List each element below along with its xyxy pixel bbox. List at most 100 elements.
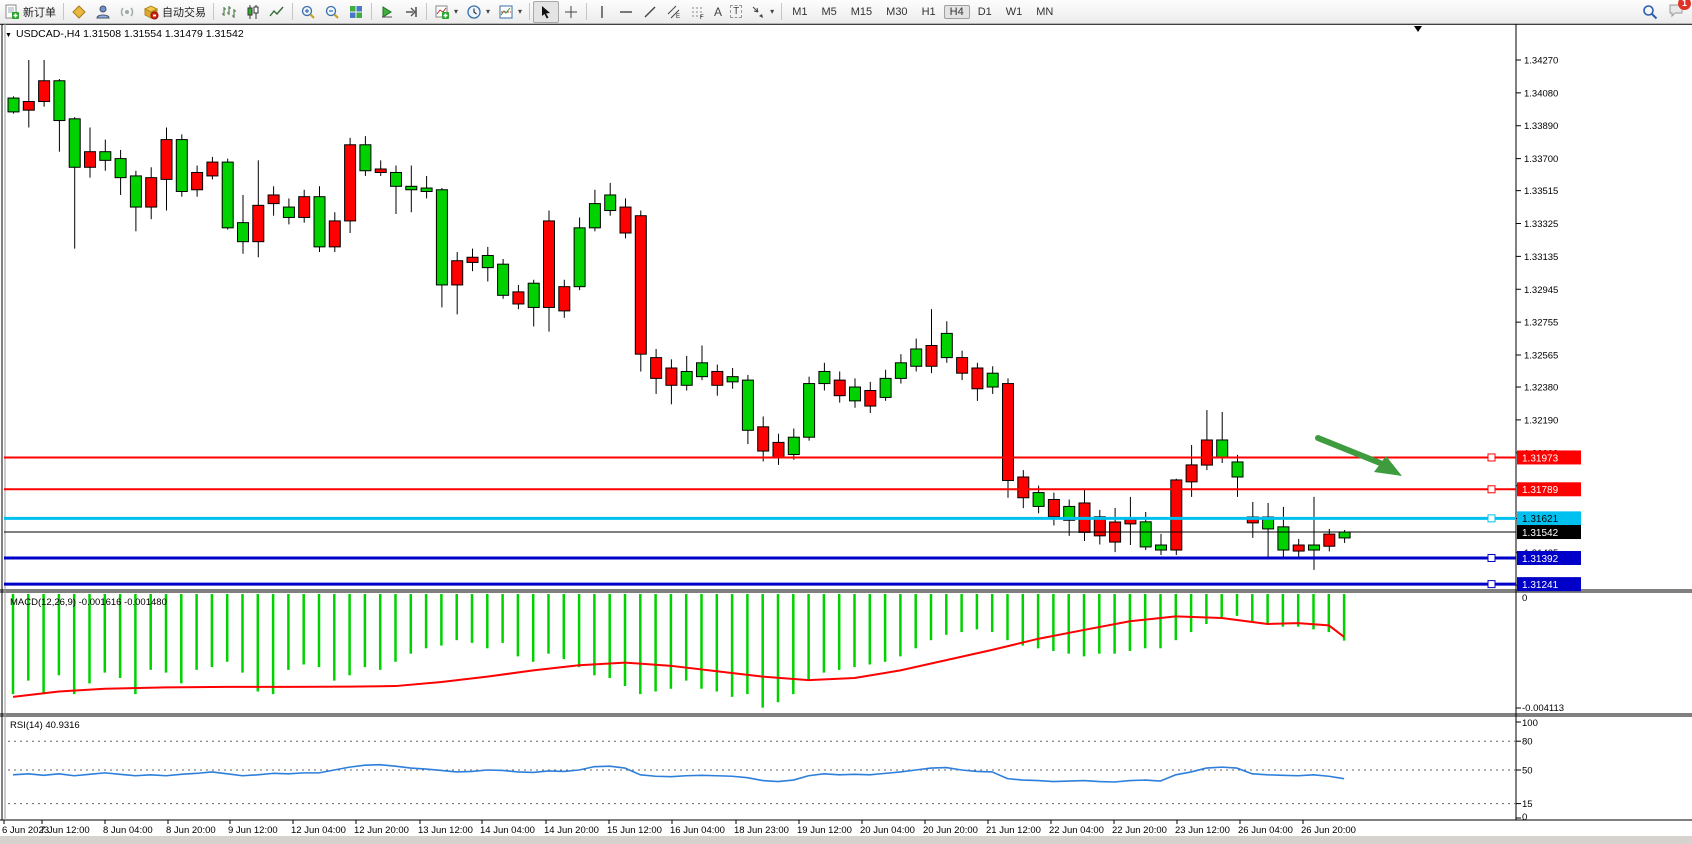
text-label-button[interactable]: T <box>726 2 746 22</box>
candle <box>238 223 249 242</box>
price-tag: 1.31241 <box>1517 577 1581 591</box>
crosshair-icon <box>563 4 579 20</box>
candle <box>804 384 815 438</box>
candle <box>941 333 952 357</box>
templates-dropdown[interactable]: ▾ <box>494 2 526 22</box>
bar-chart-button[interactable] <box>217 2 241 22</box>
toolbar-separator <box>371 3 372 20</box>
candle <box>222 162 233 228</box>
candle <box>1278 527 1289 550</box>
chart-window[interactable]: 1.342701.340801.338901.337001.335151.333… <box>0 0 1692 844</box>
tile-windows-button[interactable] <box>344 2 368 22</box>
bar-chart-icon <box>221 4 237 20</box>
chat-button[interactable]: 1 <box>1668 2 1684 21</box>
periods-dropdown[interactable]: ▾ <box>462 2 494 22</box>
period-button-h4[interactable]: H4 <box>944 5 970 19</box>
trendline-button[interactable] <box>638 2 662 22</box>
clock-icon <box>466 4 482 20</box>
new-order-button[interactable]: 新订单 <box>0 2 60 22</box>
rsi-label: RSI(14) 40.9316 <box>10 720 80 731</box>
autotrading-button[interactable]: 自动交易 <box>139 2 210 22</box>
rsi-axis-15: 15 <box>1522 799 1533 810</box>
period-button-m30[interactable]: M30 <box>880 5 913 19</box>
line-drag-handle[interactable] <box>1488 486 1495 493</box>
vertical-line-button[interactable] <box>590 2 614 22</box>
period-button-m15[interactable]: M15 <box>845 5 878 19</box>
candlestick-button[interactable] <box>241 2 265 22</box>
svg-text:9 Jun 12:00: 9 Jun 12:00 <box>228 825 278 836</box>
rsi-axis-100: 100 <box>1522 718 1538 729</box>
candle <box>161 140 172 180</box>
candle <box>1232 462 1243 477</box>
line-drag-handle[interactable] <box>1488 581 1495 588</box>
candle <box>819 371 830 383</box>
svg-text:26 Jun 20:00: 26 Jun 20:00 <box>1301 825 1356 836</box>
line-drag-handle[interactable] <box>1488 454 1495 461</box>
candlestick-icon <box>245 4 261 20</box>
zoom-in-button[interactable] <box>296 2 320 22</box>
period-button-m5[interactable]: M5 <box>815 5 842 19</box>
toolbar-separator <box>292 3 293 20</box>
candle <box>54 81 65 121</box>
candle <box>528 283 539 307</box>
svg-text:1.34080: 1.34080 <box>1524 88 1558 99</box>
line-drag-handle[interactable] <box>1488 554 1495 561</box>
cursor-button[interactable] <box>533 1 559 23</box>
line-drag-handle[interactable] <box>1488 515 1495 522</box>
line-chart-button[interactable] <box>265 2 289 22</box>
candle <box>421 188 432 191</box>
profile-button[interactable] <box>91 2 115 22</box>
charts-button[interactable] <box>67 2 91 22</box>
candle <box>283 207 294 217</box>
auto-scroll-button[interactable] <box>375 2 399 22</box>
signals-button[interactable] <box>115 2 139 22</box>
text-button[interactable]: A <box>710 2 726 22</box>
candle <box>635 216 646 354</box>
toolbar-separator <box>213 3 214 20</box>
horizontal-line-button[interactable] <box>614 2 638 22</box>
candle <box>1018 477 1029 498</box>
dropdown-caret: ▾ <box>518 7 522 16</box>
symbol-dropdown-icon[interactable]: ▼ <box>5 32 12 39</box>
candle <box>1217 440 1228 458</box>
period-button-h1[interactable]: H1 <box>916 5 942 19</box>
candle <box>436 190 447 285</box>
window-bottom-strip <box>0 836 1692 844</box>
candle <box>207 162 218 176</box>
dropdown-caret: ▾ <box>486 7 490 16</box>
svg-text:15 Jun 12:00: 15 Jun 12:00 <box>607 825 662 836</box>
gold-diamond-icon <box>71 4 87 20</box>
candle <box>146 178 157 207</box>
auto-scroll-icon <box>379 4 395 20</box>
crosshair-button[interactable] <box>559 2 583 22</box>
period-button-mn[interactable]: MN <box>1030 5 1059 19</box>
arrows-dropdown[interactable]: ▾ <box>746 2 778 22</box>
candle <box>972 368 983 389</box>
new-order-label: 新订单 <box>23 4 56 20</box>
candle <box>773 442 784 458</box>
zoom-out-button[interactable] <box>320 2 344 22</box>
candle <box>268 195 279 204</box>
candle <box>1048 500 1059 517</box>
candle <box>758 427 769 451</box>
period-button-w1[interactable]: W1 <box>1000 5 1029 19</box>
candle <box>895 363 906 379</box>
price-tag: 1.31789 <box>1517 482 1581 496</box>
toolbar-separator <box>781 3 782 20</box>
svg-text:20 Jun 04:00: 20 Jun 04:00 <box>860 825 915 836</box>
macd-label: MACD(12,26,9) -0.001616 -0.001480 <box>10 597 167 608</box>
candle <box>498 264 509 295</box>
channel-button[interactable]: E <box>662 2 686 22</box>
candle <box>391 172 402 186</box>
indicators-icon <box>434 4 450 20</box>
period-button-d1[interactable]: D1 <box>972 5 998 19</box>
candle <box>360 145 371 171</box>
indicators-dropdown[interactable]: ▾ <box>430 2 462 22</box>
candle <box>544 221 555 308</box>
fibonacci-button[interactable]: F <box>686 2 710 22</box>
chart-shift-button[interactable] <box>399 2 423 22</box>
period-button-m1[interactable]: M1 <box>786 5 813 19</box>
arrows-icon <box>750 4 766 20</box>
candle <box>314 197 325 247</box>
search-icon[interactable] <box>1642 4 1658 20</box>
